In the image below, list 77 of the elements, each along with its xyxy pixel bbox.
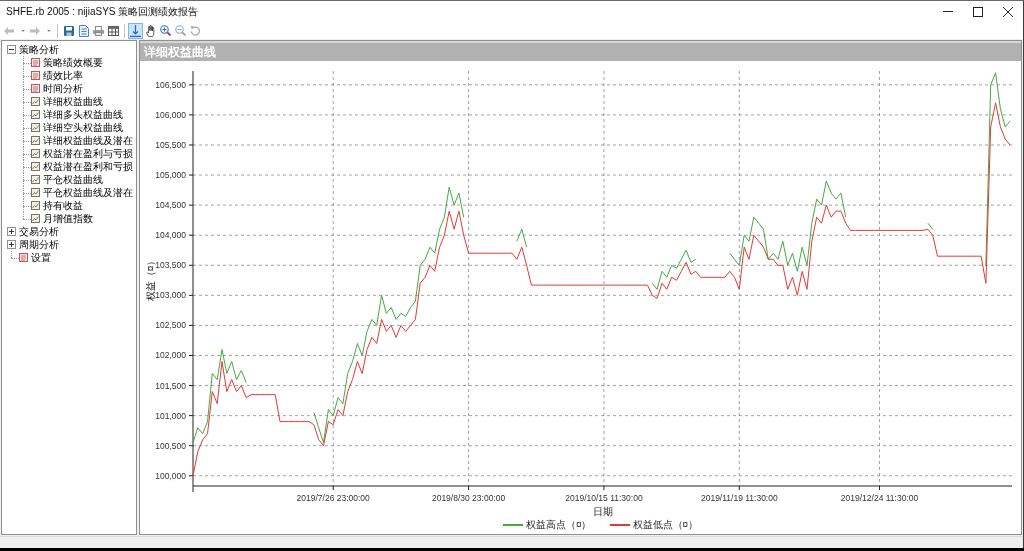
tree-item[interactable]: 持有收益 bbox=[31, 199, 84, 212]
legend-label: 权益低点（¤） bbox=[632, 518, 699, 532]
x-tick-label: 2019/12/24 11:30:00 bbox=[840, 493, 919, 503]
expand-icon[interactable] bbox=[7, 240, 16, 249]
y-tick-label: 104,000 bbox=[155, 230, 186, 241]
chart-icon bbox=[31, 136, 40, 145]
y-tick-label: 102,500 bbox=[155, 320, 186, 331]
close-icon bbox=[1003, 6, 1013, 17]
chart-icon bbox=[31, 97, 40, 106]
tree-item[interactable]: 详细权益曲线及潜在 bbox=[31, 134, 134, 147]
tree-item[interactable]: 权益潜在盈利和亏损 bbox=[31, 160, 134, 173]
tree-item[interactable]: 月增值指数 bbox=[31, 212, 94, 225]
tree-item[interactable]: 详细多头权益曲线 bbox=[31, 108, 124, 121]
circular-arrow-icon bbox=[190, 25, 201, 36]
document-icon bbox=[31, 71, 40, 80]
right-arrow-icon bbox=[30, 26, 40, 35]
print-preview-button[interactable] bbox=[76, 22, 91, 39]
tree-item[interactable]: 平仓权益曲线 bbox=[31, 173, 104, 186]
tree-item[interactable]: 设置 bbox=[19, 251, 52, 264]
zoom-in-button[interactable] bbox=[158, 22, 173, 39]
y-tick-label: 101,500 bbox=[155, 380, 186, 391]
tree-item[interactable]: 绩效比率 bbox=[31, 69, 84, 82]
window-title: SHFE.rb 2005 : nijiaSYS 策略回测绩效报告 bbox=[6, 4, 199, 19]
y-tick-label: 100,000 bbox=[155, 470, 186, 481]
caret-icon bbox=[47, 29, 51, 32]
x-tick-label: 2019/10/15 11:30:00 bbox=[565, 493, 643, 503]
chart-icon bbox=[31, 110, 40, 119]
y-tick-label: 105,500 bbox=[155, 140, 186, 150]
tree-item[interactable]: 策略分析 bbox=[19, 43, 59, 56]
panel-header: 详细权益曲线 bbox=[140, 41, 1021, 61]
chart-icon bbox=[31, 175, 40, 184]
x-axis-title: 日期 bbox=[592, 506, 613, 517]
tree-item[interactable]: 策略绩效概要 bbox=[31, 56, 104, 69]
tree-item[interactable]: 平仓权益曲线及潜在 bbox=[31, 186, 134, 199]
expand-icon[interactable] bbox=[7, 227, 16, 236]
y-tick-label: 100,500 bbox=[155, 440, 186, 451]
document-icon bbox=[31, 84, 40, 93]
document-icon bbox=[19, 253, 28, 262]
x-tick-label: 2019/7/26 23:00:00 bbox=[296, 493, 370, 503]
y-tick-label: 106,500 bbox=[155, 79, 186, 90]
collapse-icon[interactable] bbox=[7, 45, 16, 54]
chart-icon bbox=[31, 123, 40, 132]
chart-icon bbox=[31, 149, 40, 158]
minimize-icon bbox=[943, 11, 953, 12]
chart-icon bbox=[31, 162, 40, 171]
chart-icon bbox=[31, 201, 40, 210]
down-arrow-icon bbox=[130, 24, 141, 37]
pointer-tool-button[interactable] bbox=[128, 22, 143, 39]
y-tick-label: 104,500 bbox=[155, 200, 186, 211]
tree-item[interactable]: 时间分析 bbox=[31, 82, 84, 95]
chart-icon bbox=[31, 188, 40, 197]
document-icon bbox=[78, 24, 89, 37]
y-tick-label: 101,000 bbox=[155, 410, 186, 421]
tree-item[interactable]: 周期分析 bbox=[19, 238, 59, 251]
document-icon bbox=[31, 58, 40, 67]
tree-item[interactable]: 交易分析 bbox=[19, 225, 59, 238]
y-tick-label: 105,000 bbox=[155, 170, 186, 181]
tree-item[interactable]: 详细权益曲线 bbox=[31, 95, 104, 108]
legend-label: 权益高点（¤） bbox=[525, 518, 592, 532]
hand-icon bbox=[145, 24, 156, 37]
y-axis-title: 权益（¤） bbox=[145, 255, 156, 302]
y-tick-label: 102,000 bbox=[155, 350, 186, 361]
chart-icon bbox=[31, 214, 40, 223]
y-tick-label: 106,000 bbox=[155, 109, 186, 120]
y-tick-label: 103,000 bbox=[155, 290, 186, 301]
x-tick-label: 2019/11/19 11:30:00 bbox=[700, 493, 778, 503]
x-tick-label: 2019/8/30 23:00:00 bbox=[431, 493, 506, 503]
maximize-icon bbox=[973, 6, 983, 17]
table-icon bbox=[108, 25, 119, 36]
tree-item[interactable]: 详细空头权益曲线 bbox=[31, 121, 124, 134]
y-tick-label: 103,500 bbox=[155, 260, 186, 271]
printer-icon bbox=[93, 25, 104, 36]
tree-item[interactable]: 权益潜在盈利与亏损 bbox=[31, 147, 134, 160]
zoom-out-icon bbox=[175, 25, 186, 36]
left-arrow-icon bbox=[4, 26, 14, 35]
caret-icon bbox=[21, 29, 25, 32]
zoom-in-icon bbox=[160, 25, 171, 36]
